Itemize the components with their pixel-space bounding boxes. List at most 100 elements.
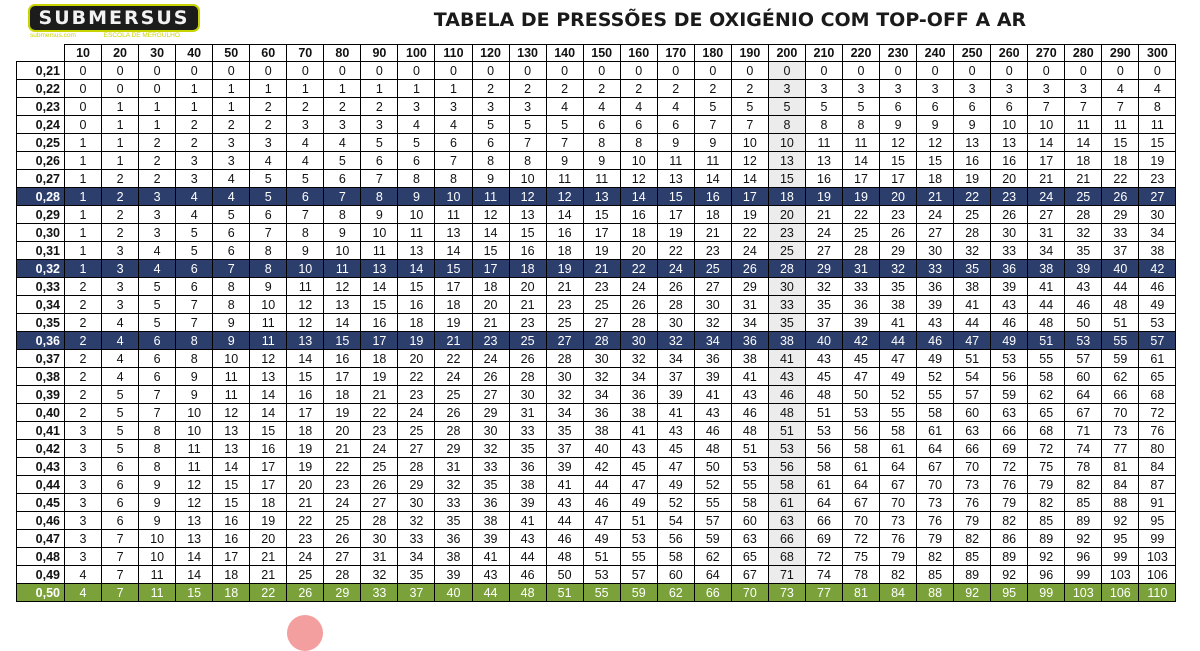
- table-cell: 95: [1101, 529, 1140, 548]
- table-cell: 18: [1101, 151, 1140, 170]
- table-cell: 17: [1027, 151, 1066, 170]
- table-cell: 5: [545, 115, 584, 134]
- table-cell: 3: [63, 493, 103, 512]
- table-cell: 11: [138, 565, 177, 584]
- table-cell: 8: [582, 133, 621, 152]
- table-cell: 12: [175, 475, 214, 494]
- table-cell: 19: [360, 367, 399, 386]
- table-cell: 23: [582, 277, 621, 296]
- table-cell: 1: [101, 97, 140, 116]
- table-cell: 36: [582, 403, 621, 422]
- table-cell: 51: [619, 511, 658, 530]
- table-cell: 27: [804, 241, 843, 260]
- table-cell: 0: [1064, 61, 1103, 80]
- table-cell: 4: [1101, 79, 1140, 98]
- table-cell: 11: [1101, 115, 1140, 134]
- table-cell: 26: [471, 367, 510, 386]
- table-cell: 41: [619, 421, 658, 440]
- table-cell: 54: [656, 511, 695, 530]
- table-cell: 27: [323, 547, 362, 566]
- table-cell: 15: [434, 259, 473, 278]
- table-cell: 45: [804, 367, 843, 386]
- table-cell: 1: [101, 151, 140, 170]
- table-cell: 25: [841, 223, 881, 242]
- table-cell: 36: [916, 277, 955, 296]
- table-cell: 51: [953, 349, 992, 368]
- table-cell: 59: [693, 529, 732, 548]
- table-cell: 20: [397, 349, 436, 368]
- table-cell: 21: [434, 331, 473, 350]
- table-cell: 72: [1027, 439, 1066, 458]
- table-cell: 20: [990, 169, 1029, 188]
- table-cell: 15: [360, 295, 399, 314]
- row-label: 0,23: [16, 97, 65, 116]
- table-cell: 17: [879, 169, 918, 188]
- table-row: 0,39 2 5 7 9 11 14 16 18 21 23 25 27 30 32 34 36 39 41 43 46…: [16, 385, 1177, 404]
- table-cell: 2: [63, 385, 103, 404]
- table-cell: 70: [953, 457, 992, 476]
- table-cell: 8: [249, 259, 288, 278]
- table-cell: 13: [953, 133, 992, 152]
- table-cell: 11: [323, 259, 362, 278]
- table-cell: 51: [545, 583, 584, 602]
- table-cell: 15: [471, 241, 510, 260]
- table-cell: 10: [767, 133, 806, 152]
- table-cell: 25: [508, 331, 547, 350]
- table-cell: 85: [953, 547, 992, 566]
- table-cell: 43: [619, 439, 658, 458]
- table-cell: 1: [101, 115, 140, 134]
- table-cell: 13: [175, 511, 214, 530]
- table-cell: 16: [249, 439, 288, 458]
- table-cell: 62: [693, 547, 732, 566]
- table-cell: 41: [545, 475, 584, 494]
- table-cell: 2: [693, 79, 732, 98]
- table-cell: 37: [804, 313, 843, 332]
- table-cell: 82: [990, 511, 1029, 530]
- table-cell: 16: [804, 169, 843, 188]
- row-label: 0,41: [16, 421, 65, 440]
- table-cell: 67: [916, 457, 955, 476]
- table-cell: 84: [1101, 475, 1140, 494]
- table-cell: 68: [1138, 385, 1177, 404]
- table-cell: 28: [582, 331, 621, 350]
- table-cell: 3: [397, 97, 436, 116]
- table-cell: 6: [212, 223, 251, 242]
- table-cell: 34: [397, 547, 436, 566]
- table-cell: 11: [656, 151, 695, 170]
- table-cell: 46: [1064, 295, 1103, 314]
- table-row: 0,33 2 3 5 6 8 9 11 12 14 15 17 18 20 21 23 24 26 27 29 30 32…: [16, 277, 1177, 296]
- table-row: 0,47 3 7 10 13 16 20 23 26 30 33 36 39 43 46 49 53 56 59 63…: [16, 529, 1177, 548]
- logo-subtitle: submersus.com ESCOLA DE MERGULHO: [30, 32, 230, 40]
- table-cell: 62: [1101, 367, 1140, 386]
- table-cell: 2: [582, 79, 621, 98]
- table-cell: 43: [656, 421, 695, 440]
- table-cell: 53: [582, 565, 621, 584]
- table-cell: 35: [434, 511, 473, 530]
- table-cell: 55: [879, 403, 918, 422]
- table-cell: 26: [360, 475, 399, 494]
- table-cell: 18: [286, 421, 325, 440]
- table-cell: 18: [767, 187, 806, 206]
- table-cell: 24: [656, 259, 695, 278]
- table-cell: 13: [212, 421, 251, 440]
- table-cell: 2: [212, 115, 251, 134]
- table-cell: 41: [953, 295, 992, 314]
- table-row: 0,40 2 5 7 10 12 14 17 19 22 24 26 29 31 34 36 38 41 43 46 4…: [16, 403, 1177, 422]
- row-label: 0,35: [16, 313, 65, 332]
- row-label: 0,37: [16, 349, 65, 368]
- table-cell: 0: [693, 61, 732, 80]
- table-cell: 77: [804, 583, 843, 602]
- table-cell: 17: [841, 169, 881, 188]
- table-row: 0,26 1 1 2 3 3 4 4 5 6 6 7 8 8 9 9 10 11 11 12 13 13 14 15 15 16 1…: [16, 151, 1177, 170]
- table-cell: 27: [545, 331, 584, 350]
- table-cell: 70: [841, 511, 881, 530]
- table-cell: 6: [990, 97, 1029, 116]
- table-cell: 8: [175, 331, 214, 350]
- table-cell: 12: [916, 133, 955, 152]
- column-header: 180: [693, 44, 732, 62]
- table-cell: 38: [1138, 241, 1177, 260]
- table-cell: 3: [138, 205, 177, 224]
- table-cell: 30: [471, 421, 510, 440]
- row-label: 0,25: [16, 133, 65, 152]
- table-cell: 2: [656, 79, 695, 98]
